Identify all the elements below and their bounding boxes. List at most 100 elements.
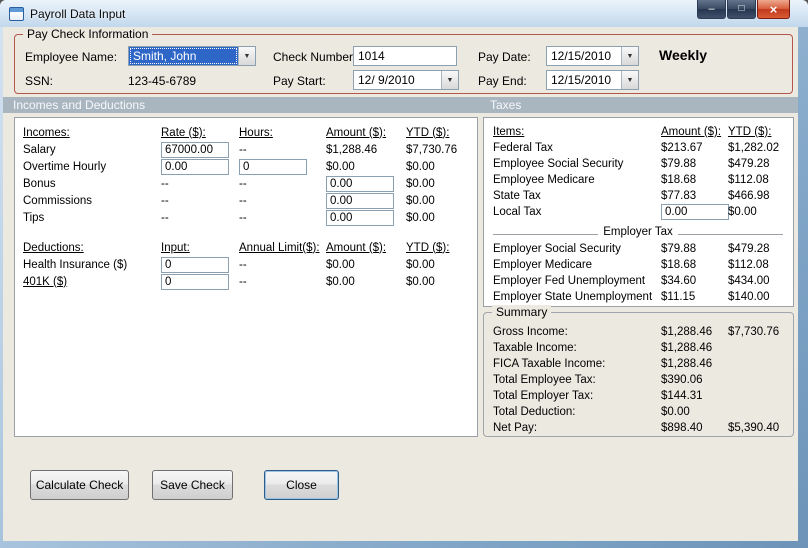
employee-name-label: Employee Name: (25, 50, 118, 64)
check-number-input[interactable] (353, 46, 457, 66)
window-body: Pay Check Information Employee Name: Smi… (3, 27, 798, 541)
row-label: Taxable Income: (493, 342, 577, 354)
ytd-cell: $7,730.76 (406, 143, 458, 156)
ytd-cell: $479.28 (728, 243, 770, 255)
amount-cell: $1,288.46 (661, 358, 713, 370)
amount-cell: $0.00 (326, 258, 355, 271)
maximize-icon: □ (738, 2, 745, 14)
row-label: Net Pay: (493, 422, 538, 434)
commissions-amount-input[interactable] (326, 192, 394, 209)
ytd-cell: $5,390.40 (728, 422, 780, 434)
summary-row-total-employee-tax: Total Employee Tax: $390.06 (493, 372, 793, 388)
ytd-col-header: YTD ($): (728, 126, 772, 138)
pay-start-picker[interactable]: 12/ 9/2010 ▼ (353, 70, 459, 90)
amount-cell: $11.15 (661, 291, 696, 303)
tax-row-employee-medicare: Employee Medicare $18.68 $112.08 (493, 172, 793, 188)
chevron-down-icon[interactable]: ▼ (621, 47, 638, 65)
row-label: Local Tax (493, 206, 542, 218)
row-label: Total Employee Tax: (493, 374, 596, 386)
amount-cell: $34.60 (661, 275, 697, 287)
row-label: Employee Medicare (493, 174, 595, 186)
ytd-cell: $0.00 (406, 275, 435, 288)
hours-cell: -- (239, 177, 247, 190)
titlebar: Payroll Data Input – □ × (0, 0, 808, 27)
ytd-cell: $466.98 (728, 190, 770, 202)
tax-row-employer-ss: Employer Social Security $79.88 $479.28 (493, 241, 793, 257)
employee-name-value: Smith, John (129, 47, 238, 65)
ytd-cell: $112.08 (728, 259, 769, 271)
amount-cell: $1,288.46 (661, 342, 713, 354)
amount-cell: $79.88 (661, 158, 697, 170)
ssn-label: SSN: (25, 74, 54, 88)
employer-tax-separator: Employer Tax (493, 226, 783, 241)
deductions-col-header: Deductions: (23, 241, 84, 254)
payroll-window: Payroll Data Input – □ × Pay Check Infor… (0, 0, 808, 548)
paycheck-group-legend: Pay Check Information (23, 27, 153, 41)
summary-group: Summary Gross Income: $1,288.46 $7,730.7… (483, 305, 794, 437)
amount-cell: $18.68 (661, 174, 697, 186)
pay-date-picker[interactable]: 12/15/2010 ▼ (546, 46, 639, 66)
ytd-cell: $0.00 (406, 258, 435, 271)
employer-tax-label: Employer Tax (598, 226, 678, 238)
deductions-header-row: Deductions: Input: Annual Limit($): Amou… (23, 239, 477, 256)
close-button[interactable]: Close (264, 470, 339, 500)
amount-cell: $213.67 (661, 142, 703, 154)
pay-end-picker[interactable]: 12/15/2010 ▼ (546, 70, 639, 90)
amount-cell: $77.83 (661, 190, 697, 202)
health-insurance-input[interactable] (161, 256, 229, 273)
window-title: Payroll Data Input (30, 6, 126, 21)
input-col-header: Input: (161, 241, 190, 254)
row-label: Employee Social Security (493, 158, 624, 170)
income-row-salary: Salary -- $1,288.46 $7,730.76 (23, 141, 477, 158)
incomes-deductions-panel: Incomes: Rate ($): Hours: Amount ($): YT… (14, 117, 478, 437)
amount-cell: $144.31 (661, 390, 703, 402)
401k-input[interactable] (161, 273, 229, 290)
limit-cell: -- (239, 275, 247, 288)
row-label: Tips (23, 211, 45, 224)
chevron-down-icon[interactable]: ▼ (238, 47, 255, 65)
row-label: Salary (23, 143, 56, 156)
rate-col-header: Rate ($): (161, 126, 206, 139)
income-row-commissions: Commissions -- -- $0.00 (23, 192, 477, 209)
tax-row-employer-fed-unemployment: Employer Fed Unemployment $34.60 $434.00 (493, 273, 793, 289)
maximize-button[interactable]: □ (727, 0, 756, 19)
taxes-section-header: Taxes (490, 98, 522, 112)
row-label: Bonus (23, 177, 56, 190)
summary-group-legend: Summary (492, 305, 552, 319)
minimize-button[interactable]: – (697, 0, 726, 19)
ytd-cell: $0.00 (406, 177, 435, 190)
paycheck-info-group: Pay Check Information Employee Name: Smi… (14, 27, 793, 94)
pay-end-value: 12/15/2010 (551, 73, 612, 87)
401k-link[interactable]: 401K ($) (23, 276, 161, 288)
deduction-row-health-insurance: Health Insurance ($) -- $0.00 $0.00 (23, 256, 477, 273)
row-label: Federal Tax (493, 142, 553, 154)
amount-cell: $18.68 (661, 259, 697, 271)
tips-amount-input[interactable] (326, 209, 394, 226)
rate-cell: -- (161, 177, 169, 190)
employee-name-combobox[interactable]: Smith, John ▼ (128, 46, 256, 66)
overtime-hours-input[interactable] (239, 158, 307, 175)
ytd-cell: $140.00 (728, 291, 770, 303)
chevron-down-icon[interactable]: ▼ (621, 71, 638, 89)
amount-col-header: Amount ($): (326, 241, 387, 254)
row-label: Commissions (23, 194, 93, 207)
row-label: State Tax (493, 190, 541, 202)
local-tax-amount-input[interactable] (661, 204, 729, 220)
salary-rate-input[interactable] (161, 141, 229, 158)
overtime-rate-input[interactable] (161, 158, 229, 175)
pay-start-value: 12/ 9/2010 (358, 73, 415, 87)
row-label: Overtime Hourly (23, 160, 107, 173)
deduction-row-401k: 401K ($) -- $0.00 $0.00 (23, 273, 477, 290)
save-check-button[interactable]: Save Check (152, 470, 233, 500)
hours-cell: -- (239, 143, 247, 156)
amount-cell: $898.40 (661, 422, 703, 434)
app-icon (9, 6, 24, 21)
close-window-button[interactable]: × (757, 0, 790, 19)
hours-col-header: Hours: (239, 126, 273, 139)
amount-cell: $1,288.46 (326, 143, 378, 156)
calculate-check-button[interactable]: Calculate Check (30, 470, 129, 500)
chevron-down-icon[interactable]: ▼ (441, 71, 458, 89)
ytd-cell: $479.28 (728, 158, 770, 170)
hours-cell: -- (239, 211, 247, 224)
bonus-amount-input[interactable] (326, 175, 394, 192)
